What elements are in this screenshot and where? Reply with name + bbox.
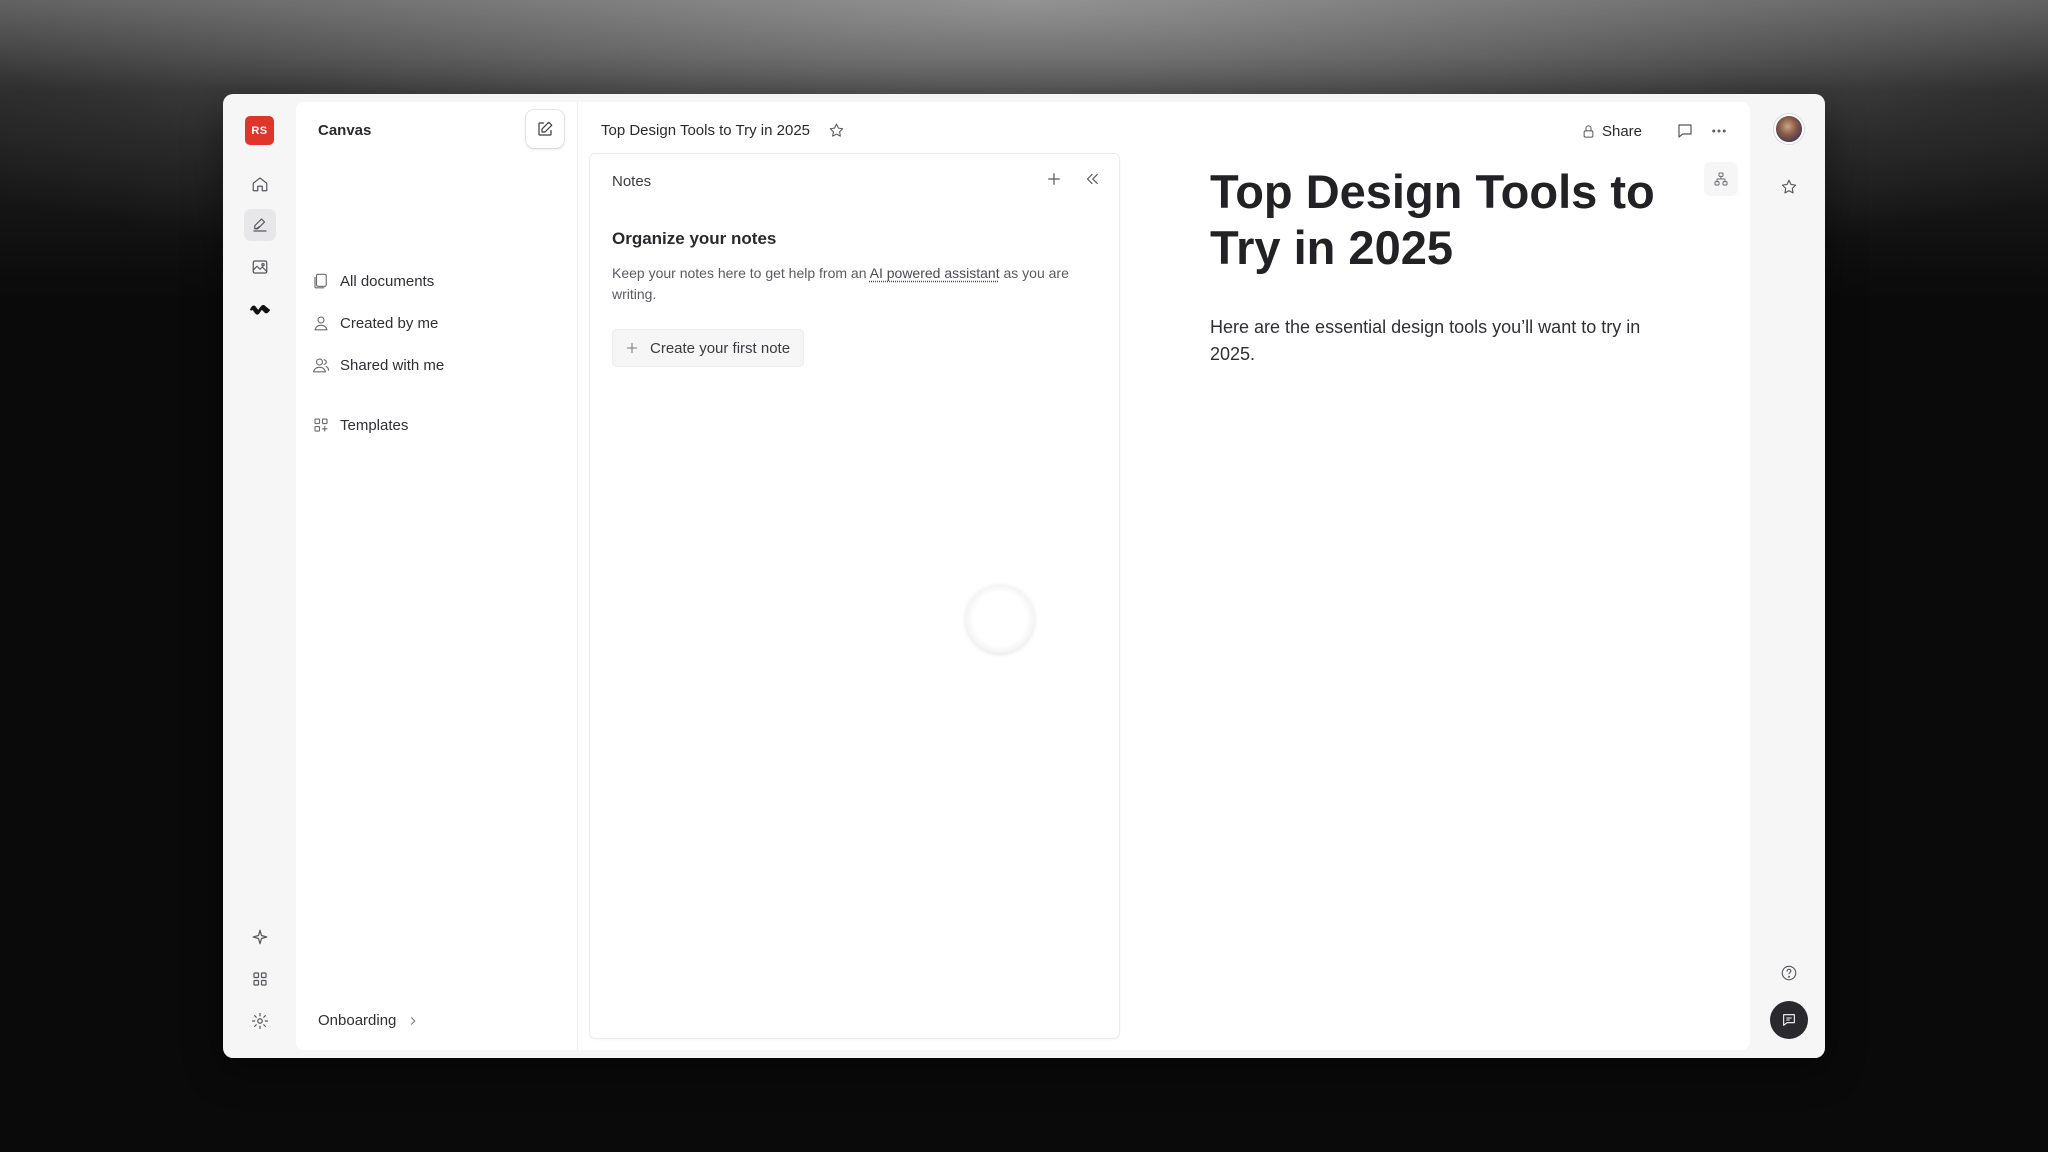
document-title-bar: Top Design Tools to Try in 2025	[601, 122, 845, 139]
main-content: Top Design Tools to Try in 2025 Share No…	[578, 102, 1750, 1050]
comment-icon[interactable]	[1676, 122, 1694, 140]
create-note-label: Create your first note	[650, 339, 791, 357]
notes-body-prefix: Keep your notes here to get help from an	[612, 265, 870, 281]
icon-rail: RS	[223, 94, 296, 1058]
sparkle-icon	[252, 929, 268, 945]
app-window: RS Canvas All documents Created by me Sh…	[223, 94, 1825, 1058]
document-title[interactable]: Top Design Tools to Try in 2025	[601, 122, 810, 139]
sidebar-item-shared-with-me[interactable]: Shared with me	[312, 349, 568, 381]
favorite-star-icon[interactable]	[1780, 178, 1798, 196]
canvas-icon	[253, 218, 267, 232]
notes-empty-heading: Organize your notes	[612, 229, 777, 248]
new-document-button[interactable]	[526, 110, 564, 148]
workspace-badge[interactable]: RS	[245, 116, 274, 145]
plus-icon	[626, 342, 638, 354]
brand-app-button[interactable]	[244, 293, 276, 325]
apps-grid-icon	[253, 972, 267, 986]
ai-assistant-link[interactable]: AI powered assistant	[870, 265, 1000, 281]
sidebar-item-templates[interactable]: Templates	[312, 409, 568, 441]
canvas-button[interactable]	[244, 209, 276, 241]
hierarchy-icon	[1714, 172, 1728, 186]
add-note-icon[interactable]	[1045, 170, 1063, 188]
compose-icon	[538, 121, 553, 136]
sidebar: Canvas All documents Created by me Share…	[296, 102, 578, 1050]
collapse-panel-icon[interactable]	[1083, 170, 1101, 188]
brand-logo-icon	[249, 304, 271, 315]
help-icon[interactable]	[1780, 964, 1798, 982]
chevron-right-icon	[411, 1016, 416, 1025]
image-icon	[252, 260, 268, 274]
media-button[interactable]	[244, 251, 276, 283]
lock-icon	[1583, 124, 1594, 138]
settings-button[interactable]	[244, 1005, 276, 1037]
sidebar-item-all-documents[interactable]: All documents	[312, 265, 568, 297]
onboarding-link[interactable]: Onboarding	[318, 1012, 420, 1029]
document-heading[interactable]: Top Design Tools to Try in 2025	[1210, 164, 1690, 276]
more-horizontal-icon[interactable]	[1710, 122, 1728, 140]
sidebar-title: Canvas	[318, 122, 372, 139]
sidebar-item-label: Created by me	[340, 314, 439, 332]
home-button[interactable]	[244, 168, 276, 200]
sidebar-item-label: All documents	[340, 272, 435, 290]
people-icon	[312, 358, 330, 373]
topbar-actions: Share	[1581, 116, 1728, 146]
loading-indicator	[966, 585, 1034, 653]
right-rail	[1750, 94, 1825, 1058]
person-icon	[314, 316, 328, 331]
create-first-note-button[interactable]: Create your first note	[612, 329, 805, 367]
notes-panel-title: Notes	[612, 173, 652, 190]
outline-button[interactable]	[1704, 162, 1738, 196]
sidebar-item-label: Shared with me	[340, 356, 445, 374]
settings-gear-icon	[251, 1012, 269, 1030]
notes-empty-body: Keep your notes here to get help from an…	[612, 263, 1072, 305]
share-button[interactable]: Share	[1581, 123, 1642, 140]
chat-button[interactable]	[1770, 1001, 1808, 1039]
document-paragraph[interactable]: Here are the essential design tools you’…	[1210, 314, 1670, 368]
star-icon[interactable]	[828, 122, 845, 139]
sidebar-item-label: Templates	[340, 416, 409, 434]
notes-actions	[1025, 170, 1101, 188]
onboarding-label: Onboarding	[318, 1012, 397, 1029]
notes-panel: Notes Organize your notes Keep your note…	[589, 153, 1120, 1039]
home-icon	[252, 177, 268, 192]
sidebar-item-created-by-me[interactable]: Created by me	[312, 307, 568, 339]
apps-button[interactable]	[244, 963, 276, 995]
avatar[interactable]	[1774, 114, 1804, 144]
chat-icon	[1783, 1014, 1795, 1026]
documents-icon	[314, 273, 327, 289]
templates-grid-icon	[314, 418, 328, 432]
ai-button[interactable]	[244, 921, 276, 953]
share-label: Share	[1601, 122, 1642, 140]
